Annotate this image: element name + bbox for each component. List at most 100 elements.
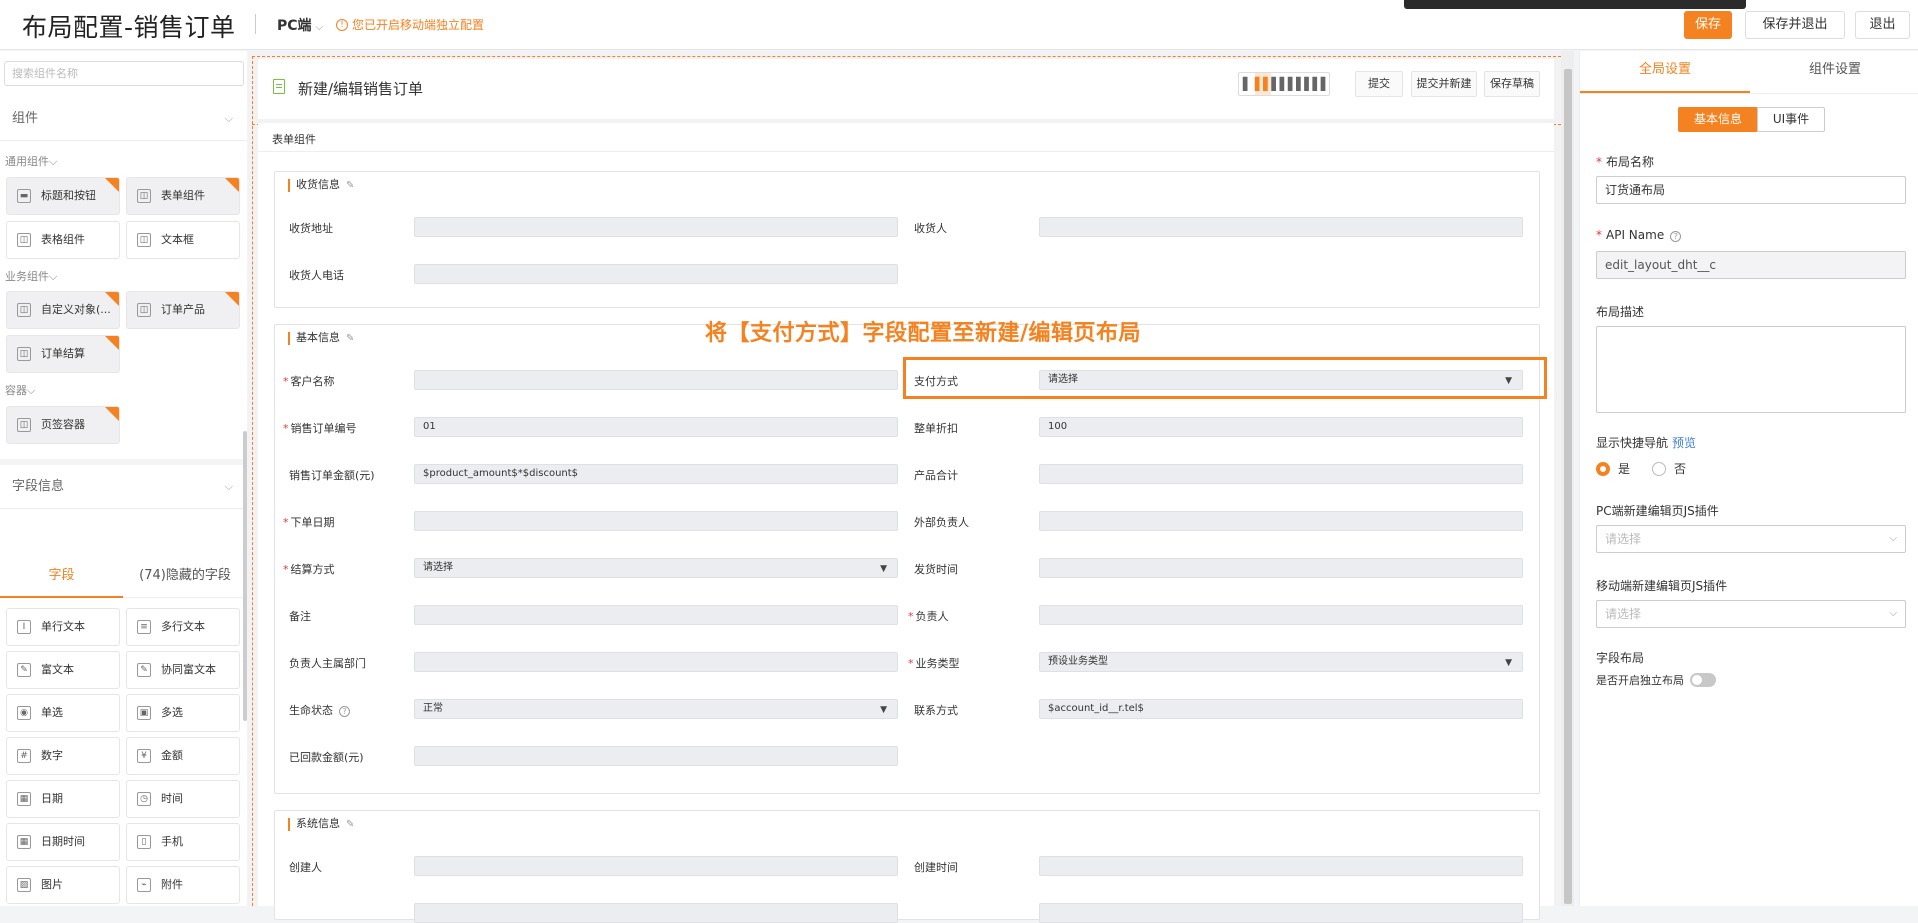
seg-ui-events[interactable]: UI事件 bbox=[1757, 107, 1825, 132]
field-type-item[interactable]: ▣ 多选 bbox=[126, 694, 240, 732]
tab-global-settings[interactable]: 全局设置 bbox=[1580, 51, 1750, 93]
submit-button[interactable]: 提交 bbox=[1355, 71, 1403, 97]
help-icon[interactable]: ? bbox=[339, 706, 350, 717]
field-type-item[interactable]: ◉ 单选 bbox=[6, 694, 120, 732]
field-info-section-header[interactable]: 字段信息 ⌵ bbox=[0, 459, 247, 509]
platform-select[interactable]: PC端 ⌵ bbox=[277, 15, 323, 35]
chevron-down-icon: ⌵ bbox=[315, 22, 324, 33]
seg-basic-info[interactable]: 基本信息 bbox=[1678, 107, 1758, 132]
component-table[interactable]: ◫ 表格组件 bbox=[6, 221, 120, 259]
field-contact-input[interactable]: $account_id__r.tel$ bbox=[1039, 699, 1523, 719]
group-business[interactable]: 业务组件⌵ bbox=[5, 268, 57, 284]
product-icon: ◫ bbox=[137, 303, 151, 317]
field-customer-input[interactable] bbox=[414, 370, 898, 390]
submit-new-button[interactable]: 提交并新建 bbox=[1411, 71, 1477, 97]
field-type-icon: ▨ bbox=[17, 878, 31, 892]
exit-button[interactable]: 退出 bbox=[1855, 11, 1910, 39]
form-title-bar[interactable]: 新建/编辑销售订单 ▌ ▌▌ ▌▌▌ ▌▌▌▌ 提交 提交并新建 保存草稿 bbox=[258, 59, 1554, 119]
save-draft-button[interactable]: 保存草稿 bbox=[1484, 71, 1540, 97]
components-section-header[interactable]: 组件 ⌵ bbox=[0, 97, 247, 141]
field-phone-input[interactable] bbox=[414, 264, 898, 284]
field-type-item[interactable]: # 数字 bbox=[6, 737, 120, 775]
field-external-owner-input[interactable] bbox=[1039, 511, 1523, 531]
radio-no[interactable]: 否 bbox=[1652, 460, 1686, 477]
section-system-info[interactable]: 系统信息 ✎ 创建人 创建时间 bbox=[274, 810, 1540, 923]
layout-name-input[interactable]: 订货通布局 bbox=[1596, 176, 1906, 204]
tab-fields[interactable]: 字段 bbox=[0, 554, 123, 598]
component-textbox[interactable]: ◫ 文本框 bbox=[126, 221, 240, 259]
edit-pen-icon[interactable]: ✎ bbox=[346, 333, 354, 344]
component-tab-container[interactable]: ◫ 页签容器 bbox=[6, 406, 120, 444]
group-container[interactable]: 容器⌵ bbox=[5, 382, 35, 398]
group-general[interactable]: 通用组件⌵ bbox=[5, 153, 57, 169]
field-biz-type-select[interactable]: 预设业务类型 ▼ bbox=[1039, 652, 1523, 672]
field-type-item[interactable]: I 单行文本 bbox=[6, 608, 120, 646]
tab-component-settings[interactable]: 组件设置 bbox=[1750, 51, 1918, 93]
field-type-item[interactable]: ▨ 图片 bbox=[6, 866, 120, 904]
field-type-item[interactable]: ✎ 协同富文本 bbox=[126, 651, 240, 689]
one-column-icon[interactable]: ▌ bbox=[1239, 73, 1255, 95]
field-discount-input[interactable]: 100 bbox=[1039, 417, 1523, 437]
field-ship-time-input[interactable] bbox=[1039, 558, 1523, 578]
field-type-icon: ≡ bbox=[137, 620, 151, 634]
field-type-item[interactable]: ⌁ 附件 bbox=[126, 866, 240, 904]
independent-layout-toggle[interactable] bbox=[1690, 673, 1716, 687]
field-order-date-input[interactable] bbox=[414, 511, 898, 531]
platform-label: PC端 bbox=[277, 18, 312, 34]
component-order-product[interactable]: ◫ 订单产品 bbox=[126, 291, 240, 329]
form-component[interactable]: 表单组件 收货信息 ✎ 收货地址 收货人 收货人电话 基本信息 ✎ * 客户名称 支付… bbox=[258, 123, 1554, 923]
section-receive-info[interactable]: 收货信息 ✎ 收货地址 收货人 收货人电话 bbox=[274, 171, 1540, 308]
field-paid-amount-input[interactable] bbox=[414, 746, 898, 766]
field-owner-input[interactable] bbox=[1039, 605, 1523, 625]
left-scrollbar[interactable] bbox=[243, 431, 247, 721]
field-extra-input[interactable] bbox=[414, 903, 898, 923]
edit-pen-icon[interactable]: ✎ bbox=[346, 819, 354, 830]
component-title-button[interactable]: ▬ 标题和按钮 bbox=[6, 177, 120, 215]
field-owner-dept-input[interactable] bbox=[414, 652, 898, 672]
field-amount-input[interactable]: $product_amount$*$discount$ bbox=[414, 464, 898, 484]
component-form[interactable]: ◫ 表单组件 bbox=[126, 177, 240, 215]
field-address-input[interactable] bbox=[414, 217, 898, 237]
preview-link[interactable]: 预览 bbox=[1672, 436, 1696, 450]
field-type-item[interactable]: ▯ 手机 bbox=[126, 823, 240, 861]
field-receiver-input[interactable] bbox=[1039, 217, 1523, 237]
layout-desc-textarea[interactable] bbox=[1596, 326, 1906, 413]
tab-hidden-fields[interactable]: (74)隐藏的字段 bbox=[123, 554, 247, 598]
chevron-down-icon: ⌵ bbox=[224, 112, 233, 125]
two-column-icon[interactable]: ▌▌ bbox=[1254, 73, 1272, 95]
save-button[interactable]: 保存 bbox=[1684, 11, 1732, 39]
field-remark-input[interactable] bbox=[414, 605, 898, 625]
component-order-settle[interactable]: ◫ 订单结算 bbox=[6, 335, 120, 373]
field-creator-input[interactable] bbox=[414, 856, 898, 876]
field-type-item[interactable]: ◷ 时间 bbox=[126, 780, 240, 818]
help-icon[interactable]: ? bbox=[1670, 231, 1682, 242]
column-layout-selector[interactable]: ▌ ▌▌ ▌▌▌ ▌▌▌▌ bbox=[1238, 72, 1330, 96]
scrollbar-thumb[interactable] bbox=[1564, 69, 1572, 904]
canvas-scrollbar[interactable] bbox=[1561, 51, 1574, 906]
field-create-time-input[interactable] bbox=[1039, 856, 1523, 876]
field-type-item[interactable]: ▦ 日期 bbox=[6, 780, 120, 818]
component-custom-object[interactable]: ◫ 自定义对象(... bbox=[6, 291, 120, 329]
four-column-icon[interactable]: ▌▌▌▌ bbox=[1296, 73, 1330, 95]
component-search-input[interactable]: 搜索组件名称 bbox=[4, 61, 244, 86]
quick-nav-label: 显示快捷导航 预览 bbox=[1596, 436, 1697, 450]
field-type-item[interactable]: ▦ 日期时间 bbox=[6, 823, 120, 861]
field-life-status-select[interactable]: 正常 ▼ bbox=[414, 699, 898, 719]
field-type-icon: ▣ bbox=[137, 706, 151, 720]
field-settle-select[interactable]: 请选择 ▼ bbox=[414, 558, 898, 578]
field-extra-input[interactable] bbox=[1039, 903, 1523, 923]
pc-plugin-select[interactable]: 请选择 ⌵ bbox=[1596, 525, 1906, 553]
field-product-total-input[interactable] bbox=[1039, 464, 1523, 484]
mobile-plugin-select[interactable]: 请选择 ⌵ bbox=[1596, 600, 1906, 628]
added-corner-mark bbox=[105, 407, 119, 421]
save-exit-button[interactable]: 保存并退出 bbox=[1745, 11, 1845, 39]
three-column-icon[interactable]: ▌▌▌ bbox=[1271, 73, 1297, 95]
radio-yes[interactable]: 是 bbox=[1596, 460, 1630, 477]
selection-border-top bbox=[252, 56, 1566, 57]
field-order-no-input[interactable]: 01 bbox=[414, 417, 898, 437]
annotation-text: 将【支付方式】字段配置至新建/编辑页布局 bbox=[705, 321, 1142, 346]
field-type-item[interactable]: ¥ 金额 bbox=[126, 737, 240, 775]
field-type-item[interactable]: ≡ 多行文本 bbox=[126, 608, 240, 646]
field-type-item[interactable]: ✎ 富文本 bbox=[6, 651, 120, 689]
edit-pen-icon[interactable]: ✎ bbox=[346, 180, 354, 191]
